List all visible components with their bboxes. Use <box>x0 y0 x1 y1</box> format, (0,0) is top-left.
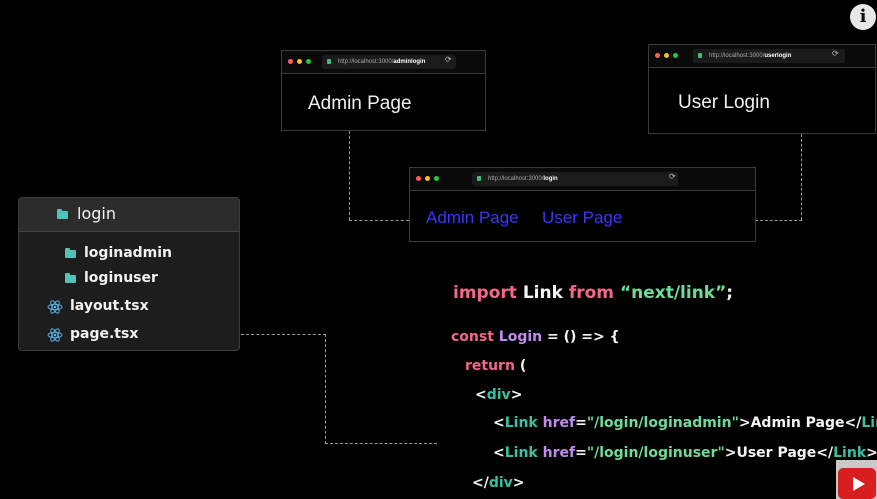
close-dot[interactable] <box>416 176 421 181</box>
connector-admin-horizontal <box>349 220 409 221</box>
code-keyword: import <box>453 283 517 303</box>
reload-icon[interactable]: ⟳ <box>445 55 452 64</box>
url-path: adminlogin <box>393 59 426 65</box>
link-admin-page[interactable]: Admin Page <box>426 208 519 228</box>
folder-icon <box>57 209 68 219</box>
reload-icon[interactable]: ⟳ <box>669 172 676 181</box>
tree-item-page[interactable]: page.tsx <box>70 326 138 342</box>
connector-admin-vertical <box>349 131 350 220</box>
tree-root-row[interactable]: login <box>19 198 239 232</box>
tree-root-label: login <box>77 204 116 223</box>
code-tag: Link <box>504 445 538 461</box>
code-text: >User Page</ <box>724 445 834 461</box>
code-line-link-admin: <Link href="/login/loginadmin">Admin Pag… <box>493 415 877 431</box>
code-line-import: import Link from “next/link”; <box>453 283 733 303</box>
lock-icon <box>327 59 331 64</box>
code-text: >Admin Page</ <box>738 415 862 431</box>
browser-toolbar: http://localhost:3000/adminlogin ⟳ <box>282 51 485 74</box>
code-string: “next/link” <box>619 283 727 303</box>
url-prefix: http://localhost:3000/ <box>488 176 544 182</box>
code-tag: div <box>486 387 511 403</box>
code-keyword: return <box>465 358 515 374</box>
connector-user-vertical <box>801 134 802 220</box>
minimize-dot[interactable] <box>425 176 430 181</box>
user-browser-window: http://localhost:3000/userlogin ⟳ User L… <box>648 44 876 134</box>
url-bar[interactable]: http://localhost:3000/userlogin <box>693 49 845 63</box>
code-line-div-open: <div> <box>475 387 522 403</box>
url-bar[interactable]: http://localhost:3000/adminlogin <box>322 55 456 69</box>
connector-code-horizontal <box>325 443 437 444</box>
maximize-dot[interactable] <box>434 176 439 181</box>
code-line-div-close: </div> <box>472 475 525 491</box>
code-attr: href <box>542 415 576 431</box>
link-user-page[interactable]: User Page <box>542 208 622 228</box>
code-punct: < <box>493 445 505 461</box>
info-icon[interactable]: i <box>850 4 876 30</box>
tree-item-loginadmin[interactable]: loginadmin <box>84 245 172 261</box>
window-controls <box>288 59 311 64</box>
code-tag: div <box>488 475 513 491</box>
connector-page-vertical <box>325 334 326 444</box>
code-keyword: from <box>568 283 615 303</box>
url-path: login <box>543 176 558 182</box>
code-punct: < <box>493 415 505 431</box>
play-triangle <box>853 477 865 491</box>
minimize-dot[interactable] <box>664 53 669 58</box>
connector-user-horizontal <box>755 220 802 221</box>
maximize-dot[interactable] <box>673 53 678 58</box>
maximize-dot[interactable] <box>306 59 311 64</box>
youtube-play-button[interactable] <box>836 460 877 499</box>
code-identifier: Link <box>522 283 563 303</box>
admin-browser-window: http://localhost:3000/adminlogin ⟳ Admin… <box>281 50 486 131</box>
code-line-link-user: <Link href="/login/loginuser">User Page<… <box>493 445 877 461</box>
react-icon <box>47 300 63 314</box>
minimize-dot[interactable] <box>297 59 302 64</box>
tree-item-loginuser[interactable]: loginuser <box>84 270 158 286</box>
browser-toolbar: http://localhost:3000/userlogin ⟳ <box>649 45 875 68</box>
lock-icon <box>477 176 481 181</box>
url-prefix: http://localhost:3000/ <box>709 53 765 59</box>
close-dot[interactable] <box>655 53 660 58</box>
youtube-play-icon <box>838 468 876 499</box>
code-line-const: const Login = () => { <box>451 329 620 345</box>
code-punct: { <box>609 329 620 345</box>
url-bar[interactable]: http://localhost:3000/login <box>472 172 678 186</box>
code-punct: </ <box>472 475 489 491</box>
window-controls <box>416 176 439 181</box>
reload-icon[interactable]: ⟳ <box>832 49 839 58</box>
connector-page-horizontal <box>241 334 326 335</box>
url-path: userlogin <box>764 53 792 59</box>
code-punct: > <box>512 475 525 491</box>
code-tag: Link <box>833 445 867 461</box>
page-title: User Login <box>678 92 770 113</box>
code-line-return: return ( <box>465 358 526 374</box>
code-tag: Link <box>504 415 538 431</box>
code-punct: ; <box>726 283 734 303</box>
code-tag: Link <box>861 415 877 431</box>
code-identifier: Login <box>498 329 543 345</box>
code-string: "/login/loginadmin" <box>586 415 739 431</box>
react-icon <box>47 328 63 342</box>
folder-icon <box>65 273 76 283</box>
code-punct: = <box>575 415 587 431</box>
tree-item-layout[interactable]: layout.tsx <box>70 298 149 314</box>
code-attr: href <box>542 445 576 461</box>
code-punct: ( <box>519 358 527 374</box>
code-punct: = <box>575 445 587 461</box>
code-operator: = () => <box>547 329 605 345</box>
code-string: "/login/loginuser" <box>586 445 725 461</box>
folder-icon <box>65 248 76 258</box>
code-punct: > <box>866 445 877 461</box>
login-browser-window: http://localhost:3000/login ⟳ Admin Page… <box>409 167 756 242</box>
page-title: Admin Page <box>308 93 412 114</box>
url-prefix: http://localhost:3000/ <box>338 59 394 65</box>
lock-icon <box>698 53 702 58</box>
code-keyword: const <box>451 329 494 345</box>
close-dot[interactable] <box>288 59 293 64</box>
code-punct: > <box>510 387 523 403</box>
file-tree: login loginadmin loginuser layout.tsx pa… <box>18 197 240 351</box>
window-controls <box>655 53 678 58</box>
code-punct: < <box>475 387 487 403</box>
browser-toolbar: http://localhost:3000/login ⟳ <box>410 168 755 191</box>
